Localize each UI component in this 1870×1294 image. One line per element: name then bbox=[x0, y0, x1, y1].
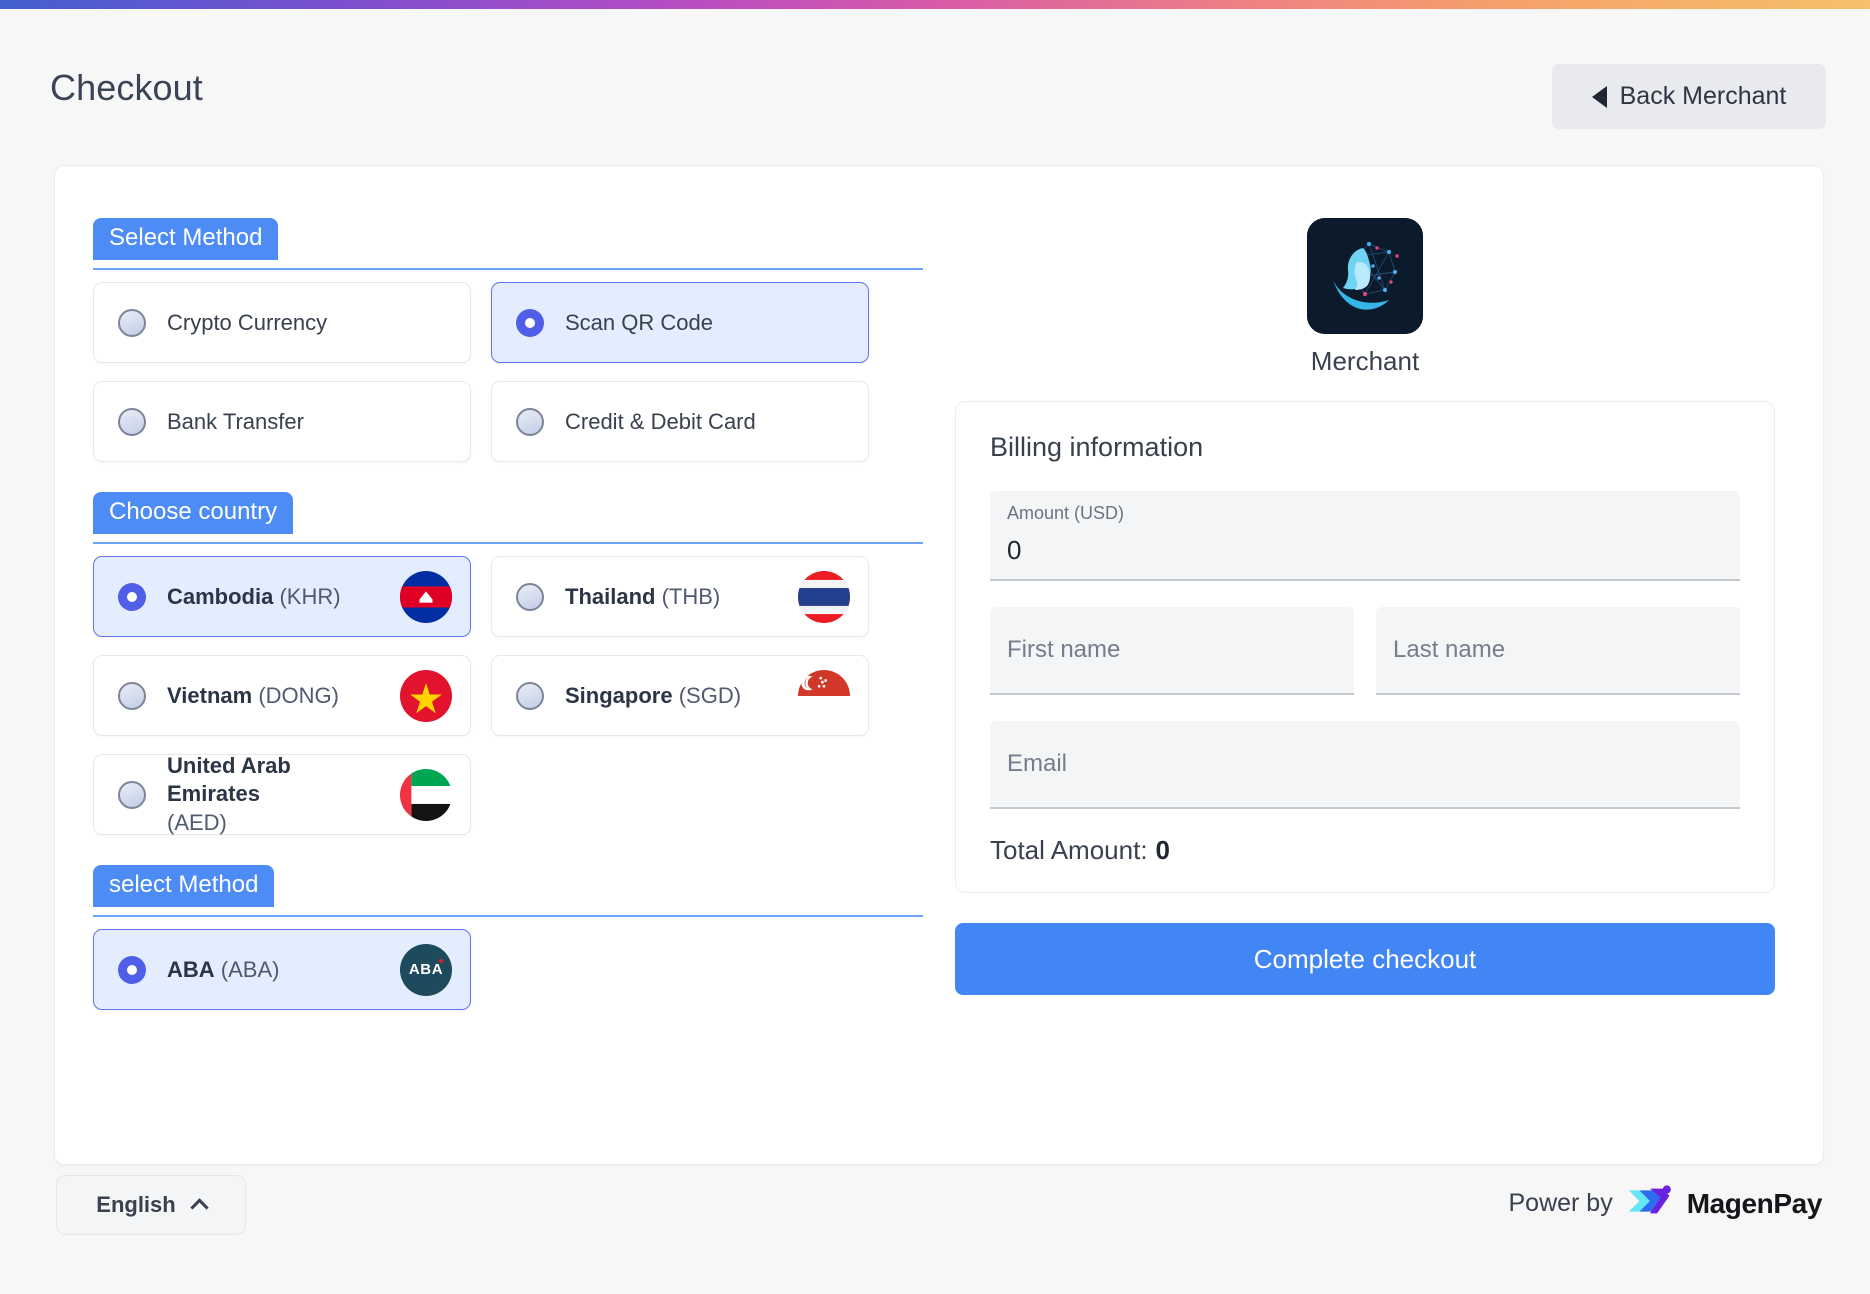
section-divider bbox=[93, 915, 923, 917]
country-label: Singapore (SGD) bbox=[565, 683, 741, 709]
merchant-name: Merchant bbox=[955, 346, 1775, 377]
payment-methods-section-header: Select Method bbox=[93, 218, 923, 270]
radio-icon[interactable] bbox=[516, 583, 544, 611]
country-section-header: Choose country bbox=[93, 492, 923, 544]
country-name: Singapore bbox=[565, 683, 673, 708]
country-section-title: Choose country bbox=[93, 492, 293, 534]
country-option-united-arab-emirates[interactable]: United Arab Emirates (AED) bbox=[93, 754, 471, 835]
bank-label: ABA (ABA) bbox=[167, 957, 279, 983]
country-label: Vietnam (DONG) bbox=[167, 683, 339, 709]
total-amount-label: Total Amount: bbox=[990, 835, 1148, 865]
merchant-block: Merchant bbox=[955, 218, 1775, 377]
payment-method-label: Bank Transfer bbox=[167, 409, 304, 435]
aba-logo-dot bbox=[439, 959, 443, 963]
flag-thailand-icon bbox=[798, 571, 850, 623]
radio-icon[interactable] bbox=[118, 583, 146, 611]
radio-icon[interactable] bbox=[118, 309, 146, 337]
section-divider bbox=[93, 542, 923, 544]
aba-logo-text: ABA bbox=[409, 961, 443, 978]
radio-icon[interactable] bbox=[118, 408, 146, 436]
country-label: Thailand (THB) bbox=[565, 584, 720, 610]
checkout-card: Select Method Crypto Currency Scan QR Co… bbox=[54, 165, 1824, 1165]
country-name: United Arab Emirates bbox=[167, 753, 291, 806]
country-label: United Arab Emirates (AED) bbox=[167, 752, 382, 836]
top-gradient-bar bbox=[0, 0, 1870, 9]
radio-icon[interactable] bbox=[516, 408, 544, 436]
country-name: Vietnam bbox=[167, 683, 252, 708]
bank-currency: (ABA) bbox=[221, 957, 280, 982]
amount-field[interactable]: Amount (USD) 0 bbox=[990, 491, 1740, 581]
right-column: Merchant Billing information Amount (USD… bbox=[955, 218, 1775, 995]
magenpay-logo-icon bbox=[1627, 1183, 1673, 1224]
total-amount-value: 0 bbox=[1156, 835, 1170, 865]
payment-method-label: Scan QR Code bbox=[565, 310, 713, 336]
page-title: Checkout bbox=[50, 67, 203, 109]
last-name-field[interactable]: Last name bbox=[1376, 607, 1740, 695]
flag-vietnam-icon bbox=[400, 670, 452, 722]
country-option-vietnam[interactable]: Vietnam (DONG) bbox=[93, 655, 471, 736]
amount-label: Amount (USD) bbox=[1007, 503, 1124, 524]
first-name-field[interactable]: First name bbox=[990, 607, 1354, 695]
billing-title: Billing information bbox=[990, 432, 1740, 463]
country-label: Cambodia (KHR) bbox=[167, 584, 341, 610]
email-placeholder: Email bbox=[1007, 750, 1067, 778]
merchant-ai-logo bbox=[1307, 218, 1423, 334]
country-grid: Cambodia (KHR) Thailand (THB) bbox=[93, 556, 923, 835]
country-option-cambodia[interactable]: Cambodia (KHR) bbox=[93, 556, 471, 637]
country-currency: (DONG) bbox=[258, 683, 339, 708]
triangle-left-icon bbox=[1592, 86, 1607, 108]
email-field[interactable]: Email bbox=[990, 721, 1740, 809]
aba-logo-icon: ABA bbox=[400, 944, 452, 996]
country-option-thailand[interactable]: Thailand (THB) bbox=[491, 556, 869, 637]
first-name-placeholder: First name bbox=[1007, 636, 1120, 664]
left-column: Select Method Crypto Currency Scan QR Co… bbox=[93, 218, 923, 1010]
flag-uae-icon bbox=[400, 769, 452, 821]
payment-methods-section-title: Select Method bbox=[93, 218, 278, 260]
payment-methods-grid: Crypto Currency Scan QR Code Bank Transf… bbox=[93, 282, 923, 462]
section-divider bbox=[93, 268, 923, 270]
payment-method-crypto-currency[interactable]: Crypto Currency bbox=[93, 282, 471, 363]
footer: English Power by MagenPay bbox=[0, 1175, 1870, 1285]
payment-method-label: Crypto Currency bbox=[167, 310, 327, 336]
flag-cambodia-icon bbox=[400, 571, 452, 623]
country-currency: (SGD) bbox=[679, 683, 741, 708]
payment-method-scan-qr-code[interactable]: Scan QR Code bbox=[491, 282, 869, 363]
payment-method-credit-debit-card[interactable]: Credit & Debit Card bbox=[491, 381, 869, 462]
country-currency: (AED) bbox=[167, 810, 227, 835]
back-merchant-button[interactable]: Back Merchant bbox=[1552, 64, 1826, 129]
radio-icon[interactable] bbox=[516, 309, 544, 337]
bank-section-title: select Method bbox=[93, 865, 274, 907]
power-by-text: Power by bbox=[1508, 1189, 1612, 1218]
language-label: English bbox=[96, 1192, 175, 1218]
payment-method-bank-transfer[interactable]: Bank Transfer bbox=[93, 381, 471, 462]
back-merchant-label: Back Merchant bbox=[1620, 82, 1787, 111]
complete-checkout-button[interactable]: Complete checkout bbox=[955, 923, 1775, 995]
country-currency: (THB) bbox=[662, 584, 721, 609]
bank-name: ABA bbox=[167, 957, 215, 982]
radio-icon[interactable] bbox=[118, 781, 146, 809]
country-name: Cambodia bbox=[167, 584, 273, 609]
chevron-up-icon bbox=[190, 1198, 208, 1216]
country-name: Thailand bbox=[565, 584, 655, 609]
magenpay-wordmark: MagenPay bbox=[1687, 1188, 1822, 1220]
powered-by: Power by MagenPay bbox=[1508, 1183, 1822, 1224]
bank-section-header: select Method bbox=[93, 865, 923, 917]
country-currency: (KHR) bbox=[279, 584, 340, 609]
country-option-singapore[interactable]: Singapore (SGD) bbox=[491, 655, 869, 736]
name-row: First name Last name bbox=[990, 607, 1740, 721]
language-selector[interactable]: English bbox=[56, 1175, 246, 1235]
amount-value: 0 bbox=[1007, 535, 1021, 566]
page-header: Checkout Back Merchant bbox=[0, 9, 1870, 159]
total-amount-row: Total Amount: 0 bbox=[990, 835, 1740, 866]
radio-icon[interactable] bbox=[118, 682, 146, 710]
payment-method-label: Credit & Debit Card bbox=[565, 409, 756, 435]
last-name-placeholder: Last name bbox=[1393, 636, 1505, 664]
radio-icon[interactable] bbox=[516, 682, 544, 710]
flag-singapore-icon bbox=[798, 670, 850, 722]
bank-grid: ABA (ABA) ABA bbox=[93, 929, 923, 1010]
radio-icon[interactable] bbox=[118, 956, 146, 984]
bank-option-aba[interactable]: ABA (ABA) ABA bbox=[93, 929, 471, 1010]
billing-panel: Billing information Amount (USD) 0 First… bbox=[955, 401, 1775, 893]
